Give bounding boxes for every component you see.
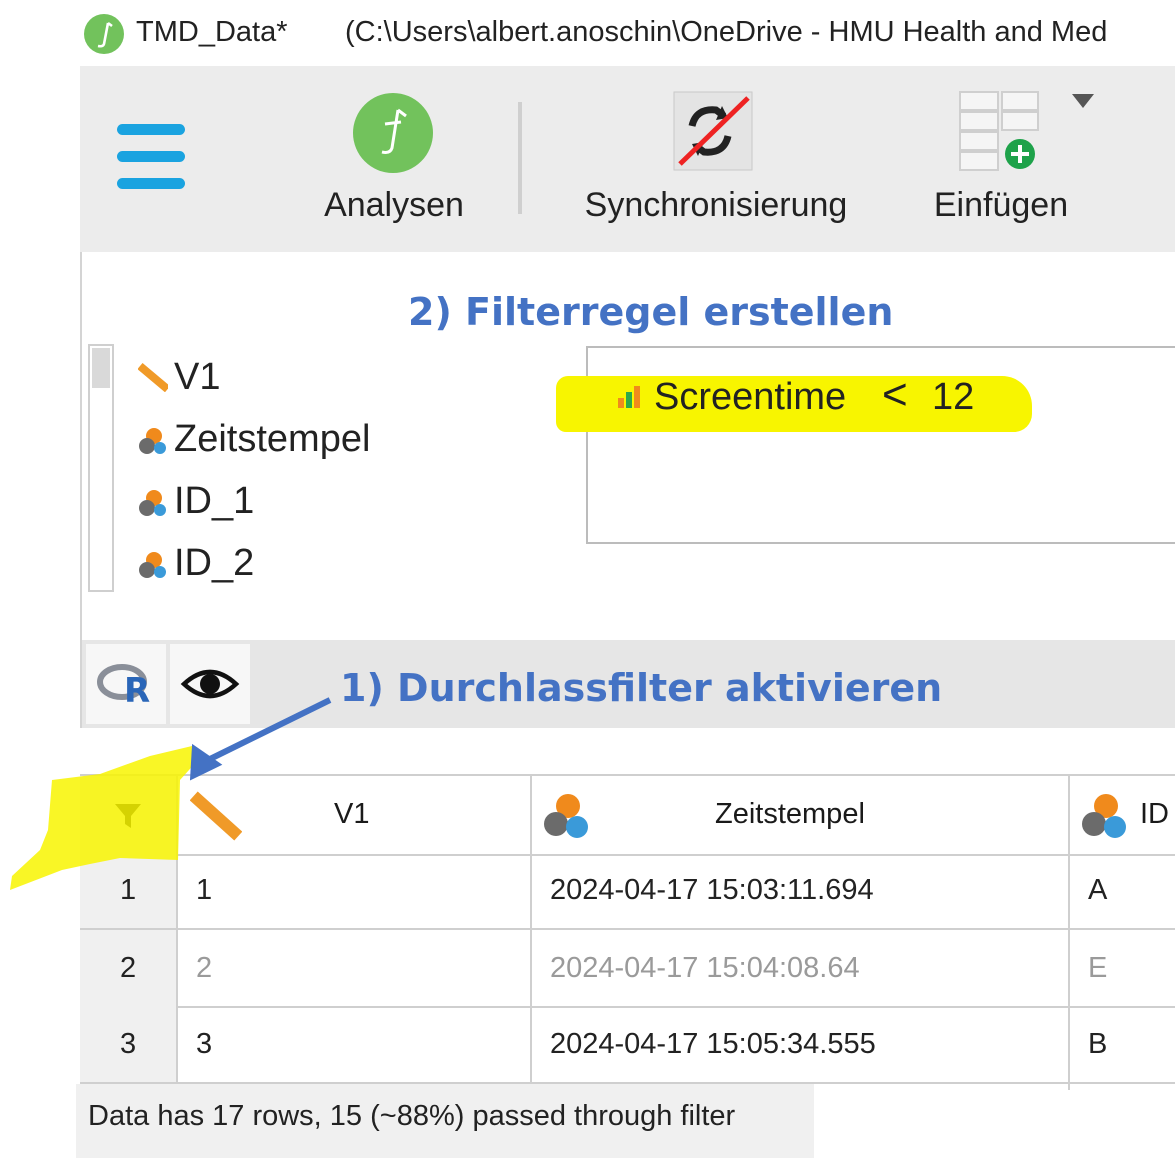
table-cell[interactable]: 3 [176, 1006, 530, 1084]
filter-rule-operator[interactable]: < [882, 370, 908, 420]
analyses-icon [353, 93, 433, 173]
filter-status-text: Data has 17 rows, 15 (~88%) passed throu… [88, 1100, 736, 1132]
synchronisation-label: Synchronisierung [584, 186, 848, 224]
nominal-icon [544, 794, 588, 838]
continuous-variable-icon [618, 386, 640, 408]
insert-table-icon [959, 91, 1039, 171]
filter-panel: 2) Filterregel erstellen V1 Zeitstempel … [80, 252, 1175, 640]
variable-item-id-2[interactable]: ID_2 [138, 538, 338, 588]
table-cell-filtered[interactable]: 2024-04-17 15:04:08.64 [530, 930, 1068, 1008]
insert-dropdown-arrow-icon[interactable] [1072, 94, 1094, 108]
window-title: TMD_Data* [136, 16, 288, 48]
column-divider[interactable] [1068, 774, 1070, 1090]
nominal-icon [1082, 794, 1126, 838]
analyses-button[interactable]: Analysen [310, 88, 478, 228]
ribbon-divider [518, 102, 522, 214]
filter-rule-variable[interactable]: Screentime [654, 376, 846, 419]
variable-item-zeitstempel[interactable]: Zeitstempel [138, 414, 418, 464]
analyses-label: Analysen [324, 186, 464, 224]
nominal-icon [139, 552, 166, 578]
synchronisation-button[interactable]: Synchronisierung [568, 88, 864, 228]
column-header-zeitstempel[interactable]: Zeitstempel [530, 774, 1068, 856]
scrollbar-thumb[interactable] [92, 348, 110, 388]
file-path: (C:\Users\albert.anoschin\OneDrive - HMU… [345, 16, 1108, 48]
r-syntax-button[interactable]: R [86, 644, 166, 724]
variable-item-v1[interactable]: V1 [138, 352, 338, 402]
table-cell[interactable]: 2024-04-17 15:03:11.694 [530, 852, 1068, 930]
ribbon-toolbar: Analysen Synchronisierung Einfügen [80, 66, 1175, 254]
annotation-step-2: 2) Filterregel erstellen [408, 290, 894, 334]
table-cell-filtered[interactable]: E [1068, 930, 1175, 1008]
status-bar: Data has 17 rows, 15 (~88%) passed throu… [76, 1084, 814, 1158]
table-cell-filtered[interactable]: 2 [176, 930, 530, 1008]
table-cell[interactable]: B [1068, 1006, 1175, 1084]
table-cell[interactable]: 2024-04-17 15:05:34.555 [530, 1006, 1068, 1084]
nominal-icon [139, 490, 166, 516]
column-divider[interactable] [530, 774, 532, 1090]
main-menu-button[interactable] [117, 124, 185, 190]
variable-item-id-1[interactable]: ID_1 [138, 476, 338, 526]
annotation-arrow [189, 697, 332, 781]
title-bar: TMD_Data* (C:\Users\albert.anoschin\OneD… [0, 0, 1175, 66]
filter-rule-value[interactable]: 12 [932, 376, 974, 419]
sync-disabled-icon [673, 91, 753, 171]
insert-label: Einfügen [933, 186, 1069, 224]
variable-list-scrollbar[interactable] [88, 344, 114, 592]
insert-button[interactable]: Einfügen [918, 88, 1084, 228]
table-cell[interactable]: 1 [176, 852, 530, 930]
row-number[interactable]: 3 [80, 1006, 176, 1084]
column-header-id[interactable]: ID [1068, 774, 1175, 856]
jamovi-logo-icon [84, 14, 124, 54]
table-cell[interactable]: A [1068, 852, 1175, 930]
svg-text:R: R [124, 671, 150, 711]
scale-ruler-icon [138, 363, 168, 392]
annotation-step-1: 1) Durchlassfilter aktivieren [340, 666, 943, 710]
row-number[interactable]: 2 [80, 930, 176, 1008]
nominal-icon [139, 428, 166, 454]
r-logo-icon: R [97, 664, 150, 711]
